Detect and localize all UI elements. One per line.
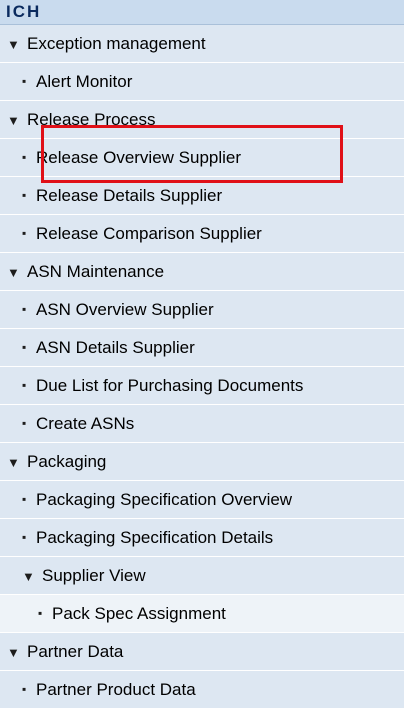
bullet-icon: ▪ xyxy=(22,226,27,240)
nav-tree: ▼ Exception management ▪ Alert Monitor ▼ Rele… xyxy=(0,25,404,709)
nav-row-label: ASN Overview Supplier xyxy=(36,300,214,319)
bullet-icon: ▪ xyxy=(22,416,27,430)
bullet-icon: ▪ xyxy=(22,378,27,392)
nav-row-label: ASN Details Supplier xyxy=(36,338,195,357)
nav-row-label: Release Overview Supplier xyxy=(36,148,242,167)
nav-row-label: Create ASNs xyxy=(36,414,135,433)
nav-item-packaging-specification-overview[interactable]: ▪ Packaging Specification Overview xyxy=(0,481,404,519)
nav-section-exception-management[interactable]: ▼ Exception management xyxy=(0,25,404,63)
nav-item-due-list-for-purchasing-documents[interactable]: ▪ Due List for Purchasing Documents xyxy=(0,367,404,405)
nav-row-label: Release Details Supplier xyxy=(36,186,223,205)
expand-triangle-icon: ▼ xyxy=(7,645,20,660)
nav-item-release-details-supplier[interactable]: ▪ Release Details Supplier xyxy=(0,177,404,215)
nav-item-create-asns[interactable]: ▪ Create ASNs xyxy=(0,405,404,443)
expand-triangle-icon: ▼ xyxy=(22,569,35,584)
nav-row-label: Release Process xyxy=(27,110,156,129)
nav-row-label: Packaging xyxy=(27,452,107,471)
bullet-icon: ▪ xyxy=(38,606,43,620)
bullet-icon: ▪ xyxy=(22,682,27,696)
nav-item-asn-overview-supplier[interactable]: ▪ ASN Overview Supplier xyxy=(0,291,404,329)
expand-triangle-icon: ▼ xyxy=(7,455,20,470)
nav-title: ICH xyxy=(0,0,404,25)
nav-item-alert-monitor[interactable]: ▪ Alert Monitor xyxy=(0,63,404,101)
nav-row-label: Supplier View xyxy=(42,566,146,585)
nav-item-pack-spec-assignment[interactable]: ▪ Pack Spec Assignment xyxy=(0,595,404,633)
expand-triangle-icon: ▼ xyxy=(7,265,20,280)
nav-section-packaging[interactable]: ▼ Packaging xyxy=(0,443,404,481)
nav-row-label: Pack Spec Assignment xyxy=(52,604,226,623)
bullet-icon: ▪ xyxy=(22,74,27,88)
navigation-panel: ICH ▼ Exception management ▪ Alert Monitor ▼… xyxy=(0,0,404,717)
nav-section-asn-maintenance[interactable]: ▼ ASN Maintenance xyxy=(0,253,404,291)
nav-section-supplier-view[interactable]: ▼ Supplier View xyxy=(0,557,404,595)
bullet-icon: ▪ xyxy=(22,530,27,544)
bullet-icon: ▪ xyxy=(22,340,27,354)
nav-item-packaging-specification-details[interactable]: ▪ Packaging Specification Details xyxy=(0,519,404,557)
bullet-icon: ▪ xyxy=(22,302,27,316)
bullet-icon: ▪ xyxy=(22,492,27,506)
nav-row-label: Packaging Specification Details xyxy=(36,528,274,547)
nav-row-label: Partner Product Data xyxy=(36,680,196,699)
nav-section-release-process[interactable]: ▼ Release Process xyxy=(0,101,404,139)
nav-row-label: Alert Monitor xyxy=(36,72,133,91)
expand-triangle-icon: ▼ xyxy=(7,113,20,128)
nav-item-release-comparison-supplier[interactable]: ▪ Release Comparison Supplier xyxy=(0,215,404,253)
nav-row-label: Partner Data xyxy=(27,642,124,661)
nav-row-label: Exception management xyxy=(27,34,206,53)
nav-item-asn-details-supplier[interactable]: ▪ ASN Details Supplier xyxy=(0,329,404,367)
bullet-icon: ▪ xyxy=(22,188,27,202)
nav-row-label: Packaging Specification Overview xyxy=(36,490,293,509)
expand-triangle-icon: ▼ xyxy=(7,37,20,52)
nav-row-label: ASN Maintenance xyxy=(27,262,165,281)
nav-item-partner-product-data[interactable]: ▪ Partner Product Data xyxy=(0,671,404,709)
nav-item-release-overview-supplier[interactable]: ▪ Release Overview Supplier xyxy=(0,139,404,177)
bullet-icon: ▪ xyxy=(22,150,27,164)
nav-section-partner-data[interactable]: ▼ Partner Data xyxy=(0,633,404,671)
nav-row-label: Release Comparison Supplier xyxy=(36,224,262,243)
nav-row-label: Due List for Purchasing Documents xyxy=(36,376,304,395)
